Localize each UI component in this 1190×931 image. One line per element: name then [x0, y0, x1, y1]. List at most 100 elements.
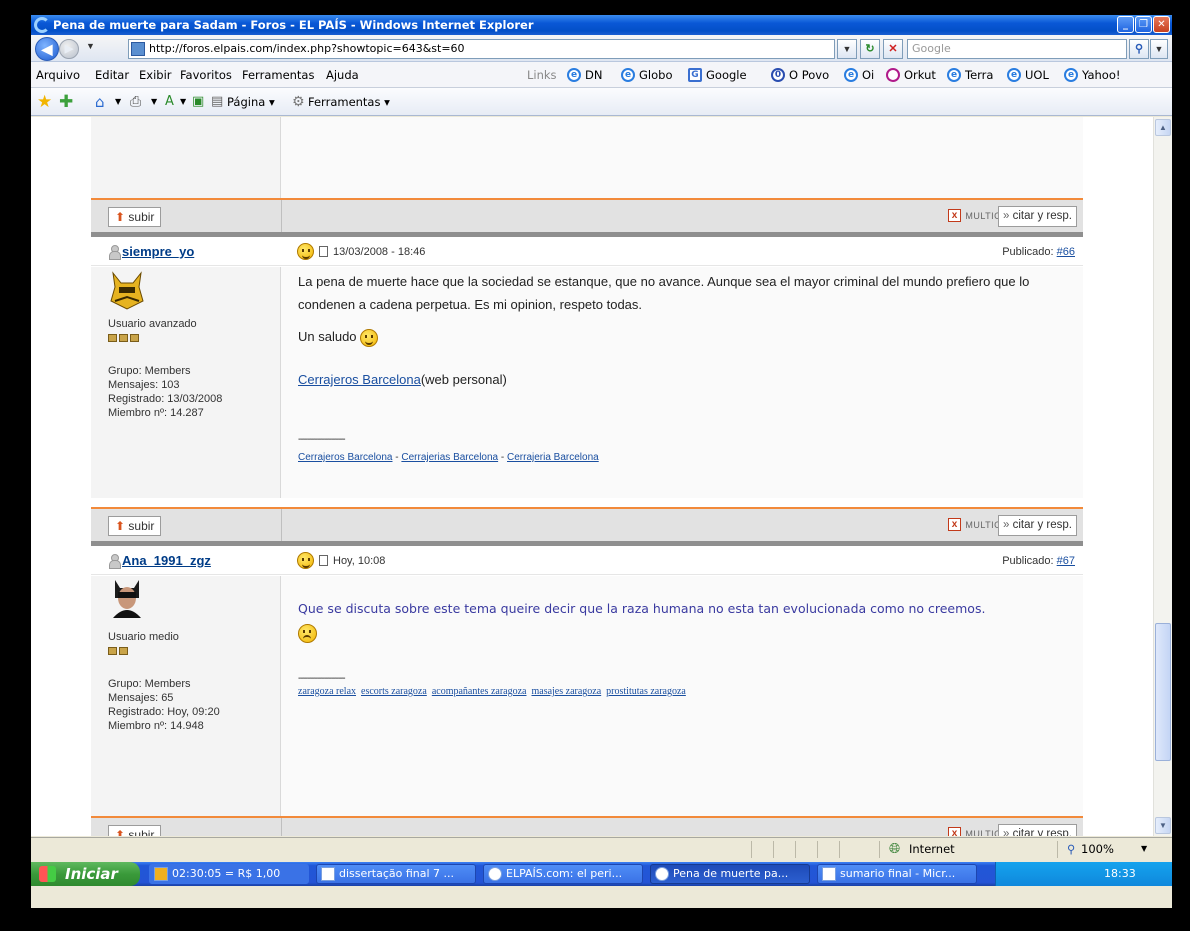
encoding-icon[interactable]: A	[165, 88, 174, 116]
citar-button[interactable]: » citar y resp.	[997, 515, 1077, 536]
add-favorite-icon[interactable]: ✚	[59, 92, 73, 112]
print-icon[interactable]: ⎙	[130, 88, 141, 116]
menu-arquivo[interactable]: Arquivo	[36, 62, 80, 88]
task-converter[interactable]: 02:30:05 = R$ 1,00	[149, 864, 309, 884]
history-dropdown-icon[interactable]: ▼	[86, 41, 95, 51]
sig-link[interactable]: Cerrajeros Barcelona	[298, 452, 393, 463]
menu-exibir[interactable]: Exibir	[139, 62, 172, 88]
encoding-dropdown-icon[interactable]: ▼	[180, 88, 186, 116]
link-terra[interactable]: e Terra	[947, 62, 993, 88]
post-body: Que se discuta sobre este tema queire de…	[281, 576, 1083, 816]
username: siempre_yo	[122, 244, 195, 259]
scroll-down-icon[interactable]: ▼	[1155, 817, 1171, 834]
username-link[interactable]: Ana_1991_zgz	[109, 553, 211, 569]
user-posts: Mensajes: 103	[108, 379, 180, 391]
link-globo[interactable]: e Globo	[621, 62, 672, 88]
zoom-level[interactable]: 100%	[1081, 838, 1114, 860]
post-action-bar: ⬆ subir x MULTICITA » citar y resp.	[91, 816, 1083, 836]
link-uol[interactable]: e UOL	[1007, 62, 1049, 88]
sad-smiley-icon	[298, 624, 317, 643]
home-dropdown-icon[interactable]: ▼	[115, 88, 121, 116]
sig-link[interactable]: acompañantes zaragoza	[432, 686, 527, 697]
citar-button[interactable]: » citar y resp.	[997, 824, 1077, 836]
scroll-thumb[interactable]	[1155, 623, 1171, 761]
menu-bar: Arquivo Editar Exibir Favoritos Ferramen…	[31, 62, 1172, 88]
citar-label: citar y resp.	[1012, 519, 1072, 531]
close-button[interactable]: ✕	[1153, 16, 1170, 33]
sig-link[interactable]: zaragoza relax	[298, 686, 356, 697]
sig-link[interactable]: Cerrajerias Barcelona	[401, 452, 498, 463]
page-content: ⬆ subir x MULTICITA » citar y resp. siemp…	[31, 117, 1153, 836]
google-icon: G	[688, 68, 702, 82]
post-line-1: La pena de muerte hace que la sociedad s…	[298, 274, 1030, 289]
post-text: La pena de muerte hace que la sociedad s…	[298, 270, 1088, 316]
link-yahoo[interactable]: e Yahoo!	[1064, 62, 1120, 88]
zoom-icon: ⚲	[1067, 842, 1076, 856]
sig-link[interactable]: escorts zaragoza	[361, 686, 427, 697]
link-oi[interactable]: e Oi	[844, 62, 874, 88]
menu-ferramentas[interactable]: Ferramentas	[242, 62, 314, 88]
citar-button[interactable]: » citar y resp.	[997, 206, 1077, 227]
subir-button[interactable]: ⬆ subir	[108, 207, 162, 227]
user-group: Grupo: Members	[108, 365, 191, 377]
menu-favoritos[interactable]: Favoritos	[180, 62, 232, 88]
maximize-button[interactable]: ❐	[1135, 16, 1152, 33]
sig-link[interactable]: prostitutas zaragoza	[606, 686, 686, 697]
url-field[interactable]: http://foros.elpais.com/index.php?showto…	[128, 39, 835, 59]
publicado: Publicado: #67	[1002, 555, 1075, 567]
scroll-up-icon[interactable]: ▲	[1155, 119, 1171, 136]
favorites-star-icon[interactable]: ★	[37, 92, 52, 112]
task-word-sumario[interactable]: sumario final - Micr...	[817, 864, 977, 884]
link-orkut[interactable]: Orkut	[886, 62, 936, 88]
link-dn[interactable]: e DN	[567, 62, 602, 88]
command-bar: ★ ✚ ⌂ ▼ ⎙ ▼ A ▼ ▣ ▤ Página ▾ ⚙ Ferrament…	[31, 88, 1172, 116]
subir-button[interactable]: ⬆ subir	[108, 825, 162, 836]
sig-link[interactable]: Cerrajeria Barcelona	[507, 452, 599, 463]
post-number-link[interactable]: #67	[1057, 555, 1075, 567]
search-input[interactable]: Google	[907, 39, 1127, 59]
doc-icon	[319, 555, 328, 566]
forward-button[interactable]: ▶	[59, 39, 79, 59]
user-registered: Registrado: 13/03/2008	[108, 393, 223, 405]
search-options-button[interactable]: ▼	[1150, 39, 1168, 59]
task-elpais[interactable]: ELPAÍS.com: el peri...	[483, 864, 643, 884]
username-link[interactable]: siempre_yo	[109, 244, 195, 260]
menu-ajuda[interactable]: Ajuda	[326, 62, 359, 88]
web-link[interactable]: Cerrajeros Barcelona	[298, 372, 421, 387]
zoom-dropdown-icon[interactable]: ▼	[1141, 838, 1147, 860]
task-word-dissertacao[interactable]: dissertação final 7 ...	[316, 864, 476, 884]
back-button[interactable]: ◀	[35, 37, 59, 61]
menu-editar[interactable]: Editar	[95, 62, 129, 88]
post-number-link[interactable]: #66	[1057, 246, 1075, 258]
wink-smiley-icon	[360, 328, 379, 347]
post-header: siempre_yo 13/03/2008 - 18:46 Publicado:…	[91, 237, 1083, 266]
app-icon	[154, 867, 168, 881]
minimize-button[interactable]: _	[1117, 16, 1134, 33]
ferramentas-menu[interactable]: Ferramentas ▾	[308, 88, 390, 116]
post-date: 13/03/2008 - 18:46	[297, 243, 425, 260]
refresh-icon[interactable]: ↻	[860, 39, 880, 59]
home-icon[interactable]: ⌂	[95, 88, 105, 116]
search-icon[interactable]: ⚲	[1129, 39, 1149, 59]
link-google[interactable]: G Google	[688, 62, 747, 88]
sig-link[interactable]: masajes zaragoza	[531, 686, 601, 697]
start-button[interactable]: Iniciar	[31, 862, 140, 886]
task-label: Pena de muerte pa...	[673, 867, 789, 880]
task-label: dissertação final 7 ...	[339, 867, 455, 880]
link-label: Google	[706, 68, 747, 82]
link-label: O Povo	[789, 68, 830, 82]
url-dropdown-button[interactable]: ▼	[837, 39, 857, 59]
subir-button[interactable]: ⬆ subir	[108, 516, 162, 536]
print-dropdown-icon[interactable]: ▼	[151, 88, 157, 116]
edit-icon[interactable]: ▣	[192, 88, 204, 116]
user-role: Usuario medio	[108, 631, 179, 643]
user-member-number: Miembro nº: 14.948	[108, 720, 204, 732]
user-member-number: Miembro nº: 14.287	[108, 407, 204, 419]
pagina-menu[interactable]: Página ▾	[227, 88, 275, 116]
vertical-scrollbar[interactable]: ▲ ▼	[1153, 117, 1172, 836]
opera-icon: 0	[771, 68, 785, 82]
pagina-label: Página	[227, 95, 266, 109]
task-pena-de-muerte[interactable]: Pena de muerte pa...	[650, 864, 810, 884]
link-opovo[interactable]: 0 O Povo	[771, 62, 829, 88]
stop-icon[interactable]: ✕	[883, 39, 903, 59]
